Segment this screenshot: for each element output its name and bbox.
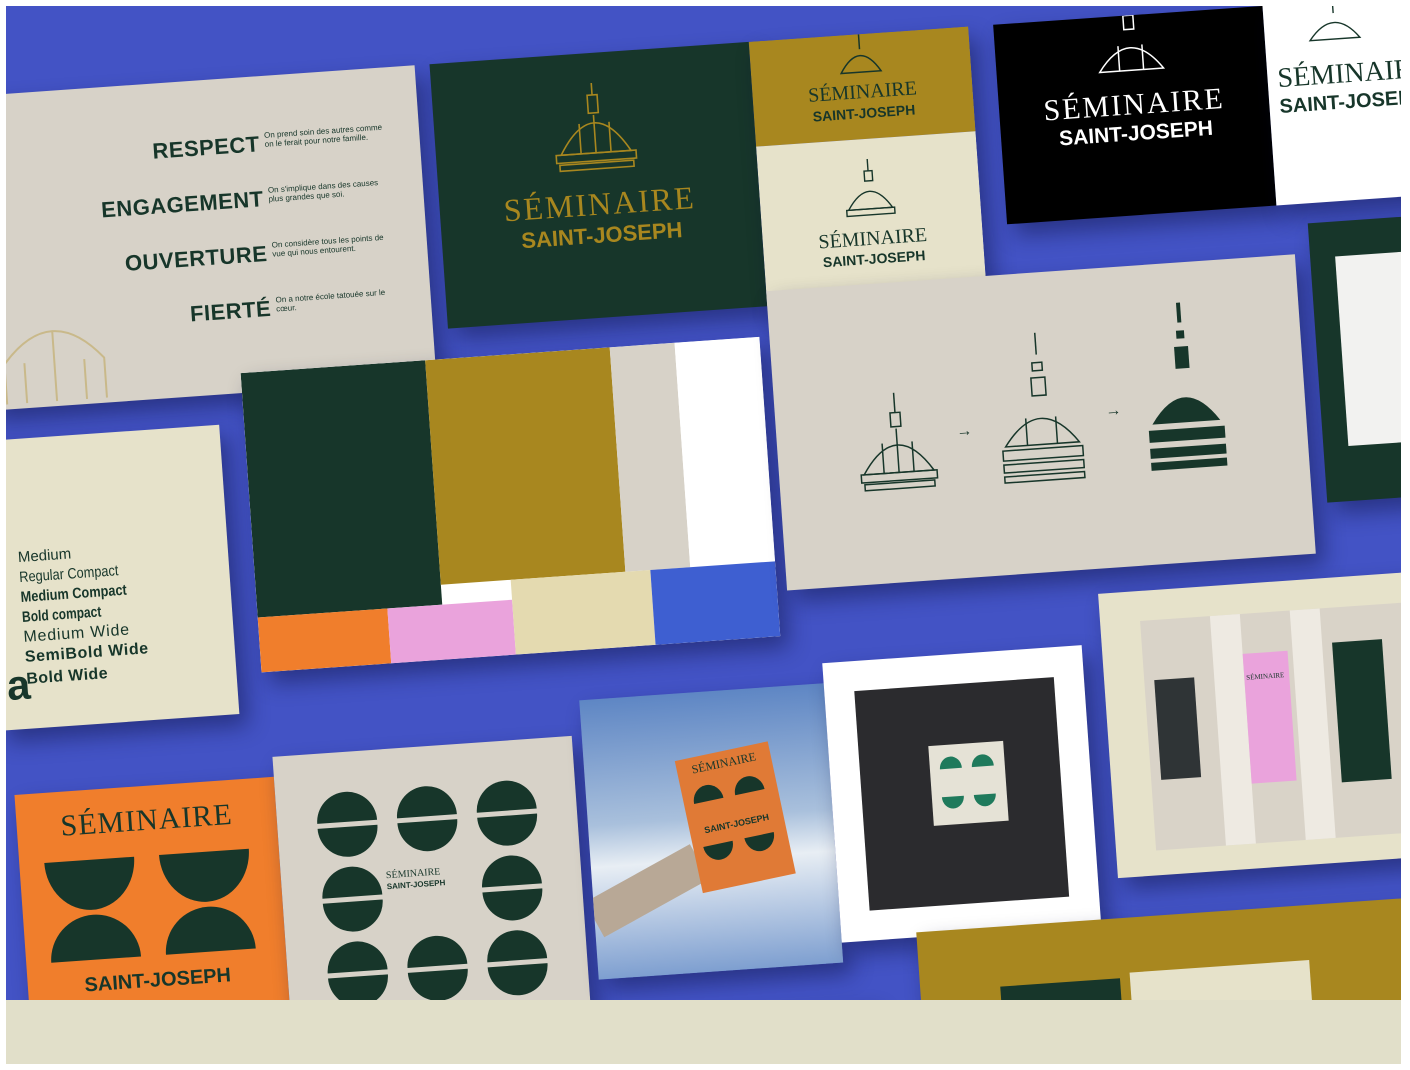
pattern-shape [315, 789, 378, 824]
banner-pink: SÉMINAIRE [1242, 650, 1297, 784]
dome-outline-icon [1302, 6, 1365, 43]
booklet-shape [703, 840, 736, 863]
partial-card-inner [1000, 978, 1125, 1000]
value-word-respect: RESPECT [151, 131, 261, 164]
photo-column [1289, 608, 1336, 840]
tote-shape [971, 753, 994, 768]
poster-name-bottom: SAINT-JOSEPH [83, 964, 232, 997]
logo-card-green: SÉMINAIRE SAINT-JOSEPH [429, 41, 768, 329]
tote-bag [928, 740, 1009, 826]
booklet-shape [744, 832, 778, 854]
dome-outline-icon [834, 32, 887, 75]
value-desc-respect: On prend soin des autres comme on le fer… [263, 122, 383, 149]
photo-arm [584, 844, 710, 938]
tote-shape [973, 793, 997, 807]
banner-label: SÉMINAIRE [1246, 671, 1285, 682]
pattern-shape [317, 824, 380, 859]
color-palette-card [240, 336, 781, 673]
poster-shape [159, 848, 253, 905]
logo-name-top-white: SÉMINAIRE [1276, 52, 1401, 95]
dome-outline-icon [837, 157, 901, 221]
swatch-blue [650, 561, 781, 645]
photo-card-banners: SÉMINAIRE [1098, 571, 1401, 879]
dome-outline-icon [1088, 13, 1172, 78]
swatch-gold [425, 347, 626, 585]
swatch-pink [387, 599, 516, 664]
pattern-shape [328, 974, 390, 1000]
poster-shape [48, 911, 142, 963]
showcase-background: RESPECT On prend soin des autres comme o… [6, 6, 1401, 1000]
value-desc-ouverture: On considère tous les points de vue qui … [271, 232, 384, 259]
typography-card: Medium Regular Compact Medium Compact Bo… [6, 424, 240, 731]
photo-person [1335, 249, 1401, 447]
dome-solid-icon [1138, 300, 1230, 475]
tote-shape [939, 755, 962, 770]
swatch-white [674, 336, 776, 568]
weight-medium-compact: Medium Compact [20, 581, 128, 607]
poster-shape [44, 856, 138, 913]
logo-card-white: SÉMINAIRE SAINT-JOSEPH [1262, 6, 1401, 206]
pattern-shape [320, 864, 383, 899]
values-card: RESPECT On prend soin des autres comme o… [6, 65, 437, 411]
pattern-name-bottom: SAINT-JOSEPH [386, 878, 446, 892]
pattern-shape [397, 819, 460, 854]
poster-shape [162, 903, 256, 955]
swatch-cream [510, 570, 656, 655]
value-desc-engagement: On s'implique dans des causes plus grand… [267, 178, 379, 204]
arrow-right-icon: → [955, 422, 973, 441]
pattern-card: SÉMINAIRE SAINT-JOSEPH [272, 735, 592, 1000]
swatch-orange [257, 608, 392, 673]
dome-outline-icon [854, 390, 941, 495]
tote-shape [941, 795, 965, 810]
pattern-shape [394, 784, 457, 819]
value-word-ouverture: OUVERTURE [124, 241, 269, 276]
photo-card-sky: SÉMINAIRE SAINT-JOSEPH [579, 683, 844, 980]
pattern-shape [479, 853, 542, 888]
booklet-name-top: SÉMINAIRE [690, 749, 758, 777]
dome-outline-icon [546, 80, 642, 181]
photo-card-partial [1307, 214, 1401, 503]
dome-outline-icon [6, 287, 118, 411]
value-desc-fierte: On a notre école tatouée sur le cœur. [275, 287, 386, 314]
partial-card-inner [1129, 960, 1314, 1000]
specimen-glyph: a [6, 660, 32, 710]
photo-window [1154, 677, 1202, 780]
photo-facade: SÉMINAIRE [1140, 601, 1401, 851]
value-word-engagement: ENGAGEMENT [100, 186, 265, 223]
pattern-shape [325, 939, 388, 974]
photo-card-tote [822, 645, 1102, 943]
icon-evolution-card: → → [766, 254, 1316, 591]
pattern-shape [482, 888, 545, 923]
arrow-right-icon: → [1104, 401, 1122, 420]
pattern-shape [487, 963, 550, 998]
booklet-shape [731, 773, 765, 796]
logo-card-black: SÉMINAIRE SAINT-JOSEPH [993, 6, 1277, 225]
poster-name-top: SÉMINAIRE [59, 797, 234, 843]
pattern-shape [407, 968, 470, 1000]
brand-board: RESPECT On prend soin des autres comme o… [6, 6, 1401, 1000]
value-word-fierte: FIERTÉ [189, 295, 273, 327]
pattern-shape [474, 778, 537, 813]
weight-bold-compact: Bold compact [21, 603, 102, 626]
weight-medium: Medium [17, 545, 72, 567]
pattern-shape [485, 928, 548, 963]
photo-stairs [854, 677, 1070, 911]
pattern-shape [322, 899, 385, 934]
booklet-shape [690, 782, 724, 804]
logo-card-split: SÉMINAIRE SAINT-JOSEPH SÉMINAIRE SAINT-J… [748, 26, 987, 307]
pattern-shape [477, 813, 540, 848]
poster-card-orange: SÉMINAIRE SAINT-JOSEPH [14, 776, 295, 1000]
banner-green [1332, 639, 1392, 783]
dome-stencil-icon [990, 330, 1090, 486]
pattern-shape [405, 933, 468, 968]
footer-band [6, 1000, 1401, 1064]
swatch-green [240, 360, 443, 618]
weight-bold-wide: Bold Wide [25, 665, 109, 688]
